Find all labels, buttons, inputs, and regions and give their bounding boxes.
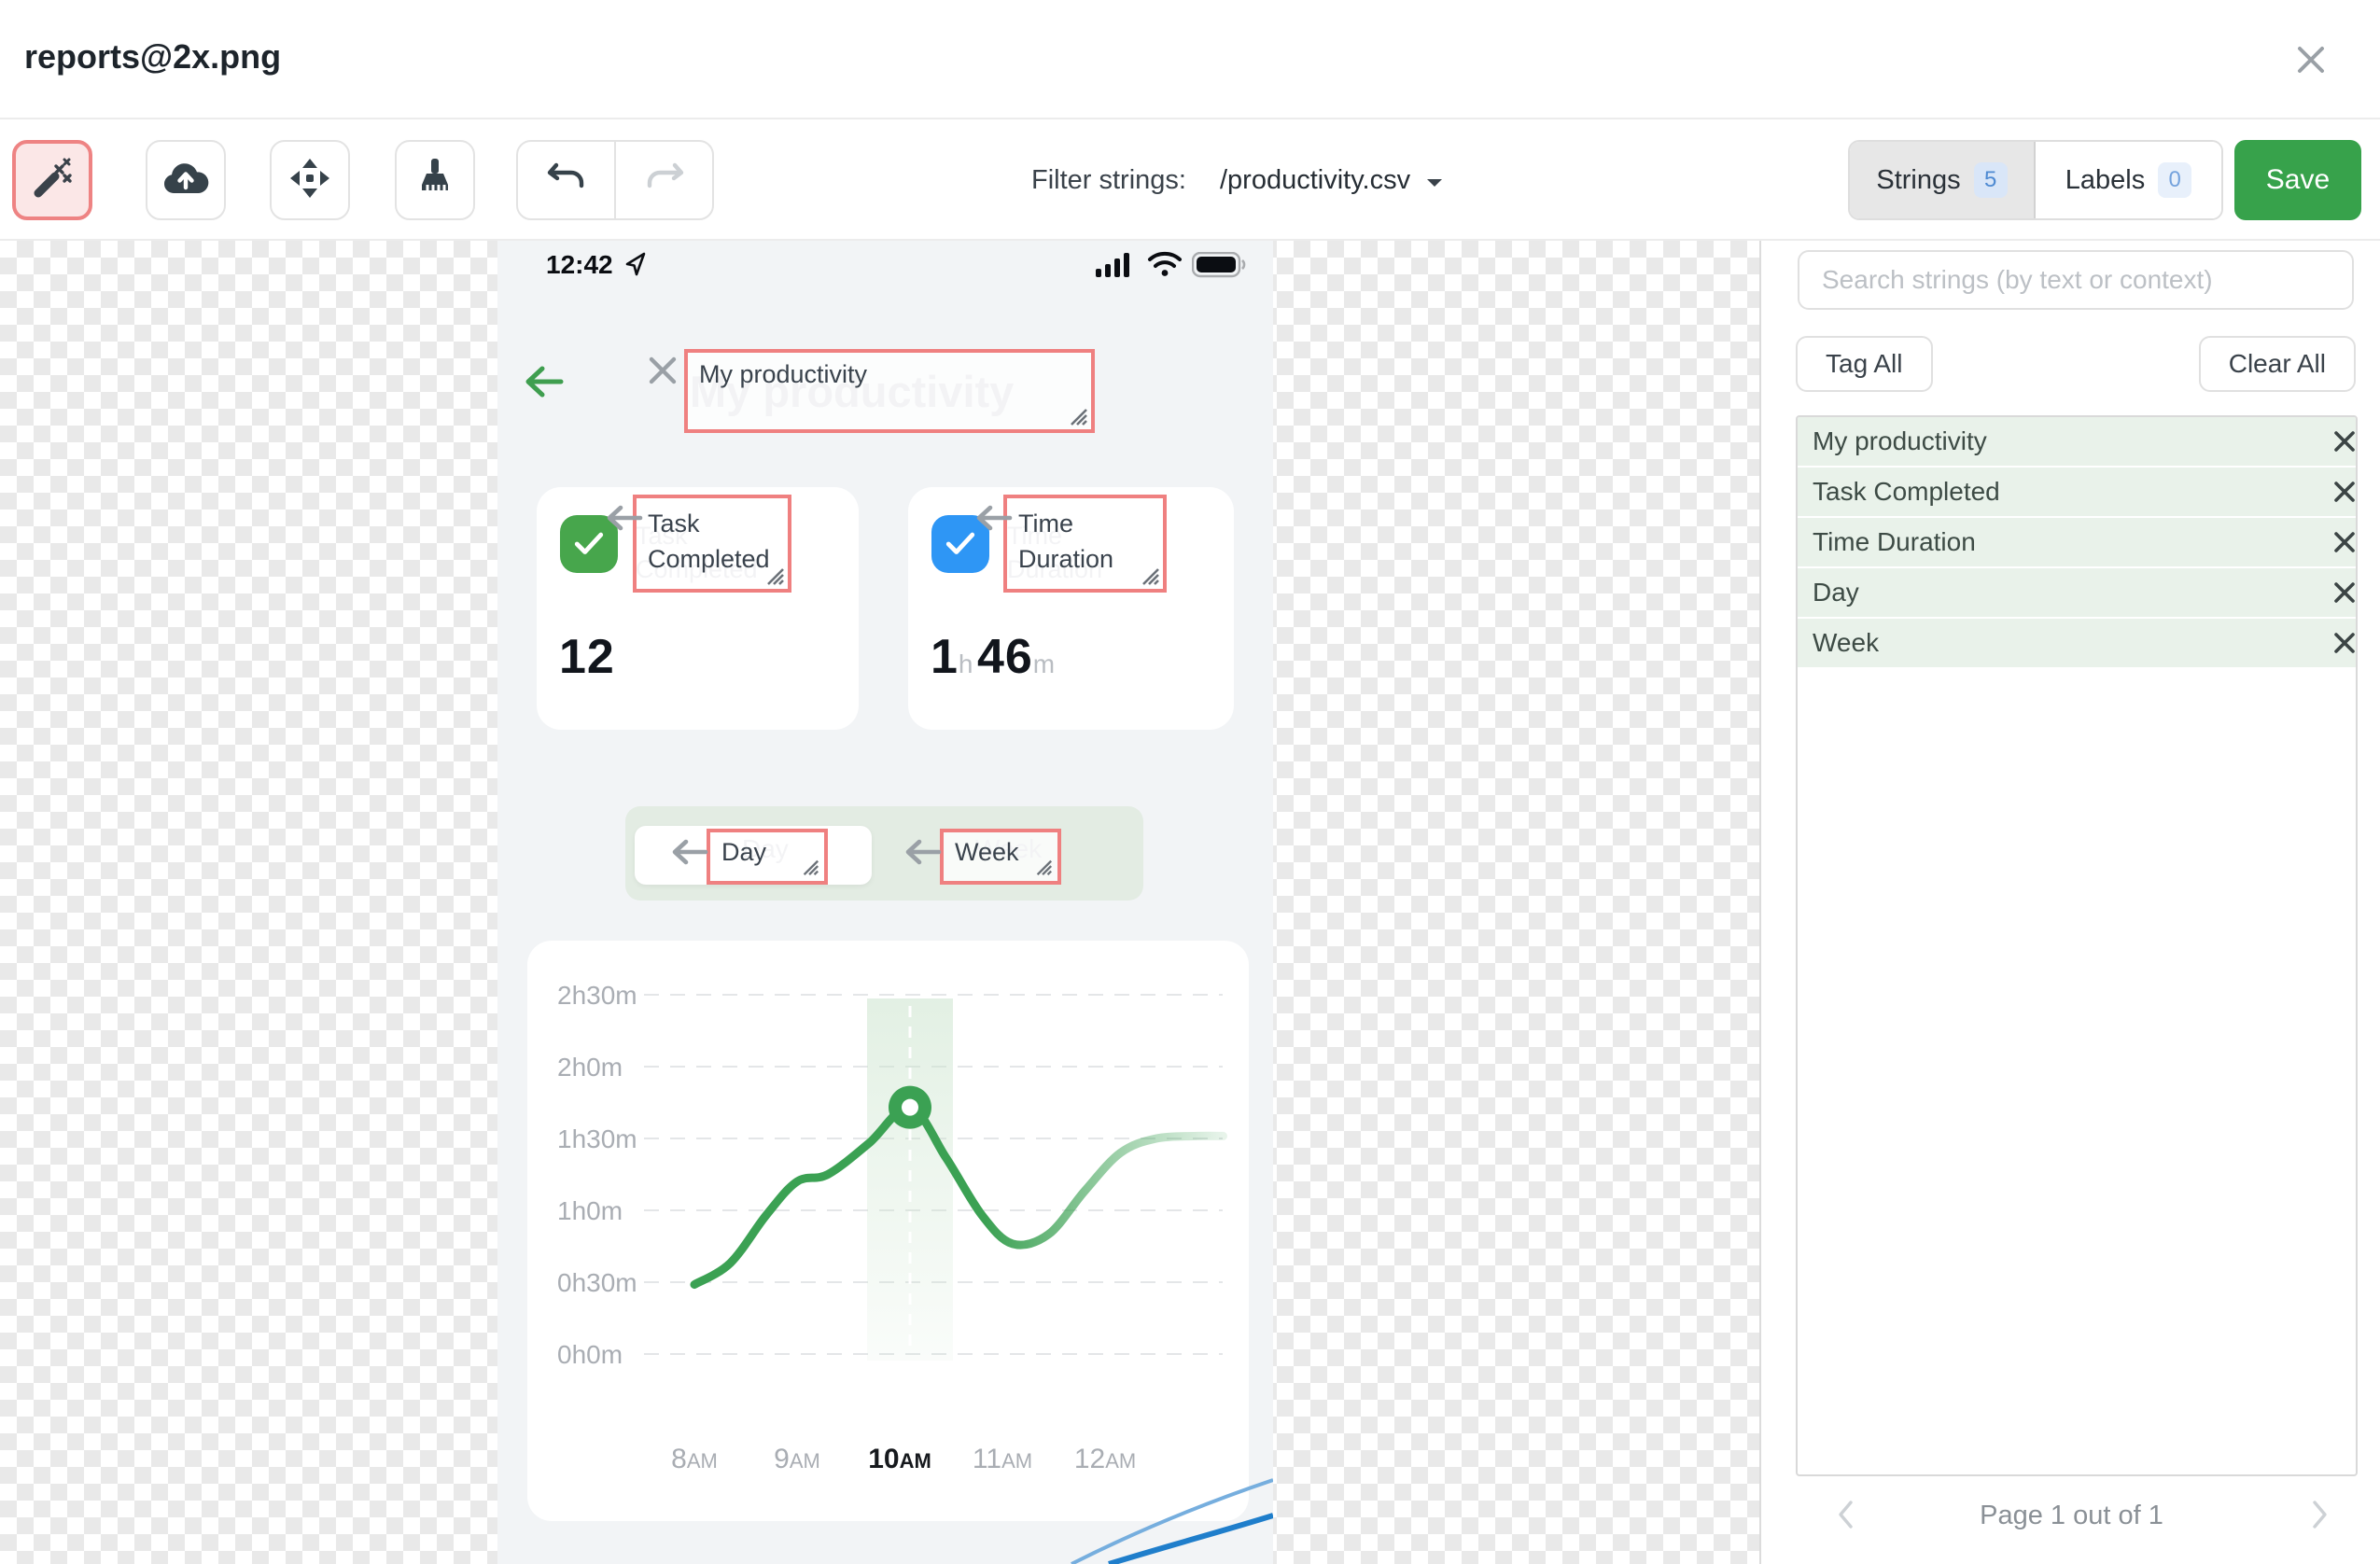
tab-strings[interactable]: Strings 5 — [1850, 142, 2036, 218]
annotation-anchor-arrow-icon[interactable] — [904, 838, 942, 871]
location-arrow-icon — [624, 252, 647, 281]
tab-labels[interactable]: Labels 0 — [2036, 142, 2221, 218]
labels-count-badge: 0 — [2158, 162, 2192, 198]
resize-handle[interactable] — [801, 858, 821, 878]
duration-minutes-unit: m — [1032, 649, 1056, 678]
annotation-anchor-arrow-icon[interactable] — [975, 504, 1013, 537]
undo-icon — [545, 160, 588, 202]
remove-string-icon[interactable] — [2315, 628, 2355, 658]
move-tool-button[interactable] — [270, 140, 350, 220]
back-arrow-icon — [524, 364, 565, 404]
svg-text:10AM: 10AM — [868, 1444, 931, 1474]
task-completed-value: 12 — [559, 630, 615, 684]
resize-handle[interactable] — [1140, 566, 1160, 586]
close-icon[interactable] — [2290, 39, 2331, 80]
string-text: Task Completed — [1813, 477, 2000, 506]
strings-labels-tabs: Strings 5 Labels 0 — [1848, 140, 2223, 220]
string-text: My productivity — [1813, 426, 1987, 455]
annotation-delete-icon[interactable] — [645, 353, 680, 393]
tag-all-button[interactable]: Tag All — [1796, 336, 1933, 392]
cloud-upload-icon — [161, 158, 210, 203]
annotation-box-task-completed[interactable]: Task Completed — [633, 495, 791, 593]
annotation-box-day[interactable]: Day — [707, 829, 828, 885]
tab-strings-label: Strings — [1876, 164, 1961, 195]
strings-list: My productivity Task Completed Time Dura… — [1796, 415, 2358, 1476]
redo-button[interactable] — [616, 142, 712, 218]
magic-wand-tool-button[interactable] — [12, 140, 92, 220]
svg-text:8AM: 8AM — [671, 1444, 718, 1474]
svg-text:9AM: 9AM — [774, 1444, 820, 1474]
remove-string-icon[interactable] — [2315, 426, 2355, 456]
svg-text:1h0m: 1h0m — [557, 1196, 623, 1225]
clear-all-button[interactable]: Clear All — [2198, 336, 2356, 392]
wifi-icon — [1147, 251, 1183, 282]
resize-handle[interactable] — [1068, 406, 1088, 426]
remove-string-icon[interactable] — [2315, 578, 2355, 607]
string-row[interactable]: Week — [1798, 619, 2356, 667]
filter-strings-label: Filter strings: — [1031, 164, 1186, 195]
annotation-anchor-arrow-icon[interactable] — [606, 504, 643, 537]
brush-icon — [415, 157, 455, 204]
next-screen-decoration — [1071, 1478, 1273, 1564]
undo-redo-group — [516, 140, 714, 220]
chevron-down-icon — [1425, 165, 1444, 196]
previous-page-icon[interactable] — [1836, 1499, 1855, 1538]
duration-hours: 1 — [931, 630, 959, 684]
annotation-text[interactable]: Week — [955, 838, 1019, 867]
save-button[interactable]: Save — [2234, 140, 2361, 220]
move-icon — [288, 157, 331, 204]
brush-tool-button[interactable] — [395, 140, 475, 220]
annotation-text[interactable]: Day — [721, 838, 766, 867]
svg-text:2h0m: 2h0m — [557, 1053, 623, 1082]
svg-text:1h30m: 1h30m — [557, 1124, 637, 1153]
battery-icon — [1191, 251, 1248, 283]
magic-wand-icon — [31, 157, 74, 204]
annotation-box-my-productivity[interactable]: My productivity — [684, 349, 1095, 433]
annotation-box-time-duration[interactable]: Time Duration — [1003, 495, 1167, 593]
screenshot-preview: 12:42 My productivity My productiv — [497, 241, 1273, 1564]
redo-icon — [643, 160, 686, 202]
duration-minutes: 46 — [976, 630, 1033, 684]
strings-count-badge: 5 — [1973, 162, 2008, 198]
string-row[interactable]: Task Completed — [1798, 468, 2356, 516]
productivity-line-chart: 2h30m2h0m1h30m1h0m0h30m0h0m8AM 9AM 10AM 11A… — [557, 981, 1227, 1474]
string-row[interactable]: Day — [1798, 568, 2356, 617]
resize-handle[interactable] — [764, 566, 785, 586]
next-page-icon[interactable] — [2311, 1499, 2330, 1538]
svg-text:2h30m: 2h30m — [557, 981, 637, 1010]
string-text: Time Duration — [1813, 527, 1976, 556]
pagination: Page 1 out of 1 — [1761, 1487, 2380, 1543]
search-input[interactable] — [1798, 250, 2354, 310]
string-text: Week — [1813, 628, 1880, 657]
toolbar: Filter strings: /productivity.csv String… — [0, 119, 2380, 241]
strings-sidebar: Tag All Clear All My productivity Task C… — [1759, 241, 2380, 1564]
status-time: 12:42 — [546, 250, 613, 279]
tab-labels-label: Labels — [2065, 164, 2146, 195]
string-row[interactable]: My productivity — [1798, 417, 2356, 466]
upload-tool-button[interactable] — [146, 140, 226, 220]
string-row[interactable]: Time Duration — [1798, 518, 2356, 566]
signal-strength-icon — [1096, 252, 1133, 283]
annotation-box-week[interactable]: Week — [940, 829, 1061, 885]
string-text: Day — [1813, 578, 1859, 607]
time-duration-value: 1h 46m — [931, 629, 1055, 685]
productivity-chart-card: 2h30m 2h0m 1h30m 1h0m 0h30m 0h0m 8AM 9AM 10AM 11A… — [527, 941, 1249, 1521]
document-title: reports@2x.png — [24, 37, 282, 76]
svg-text:0h0m: 0h0m — [557, 1340, 623, 1369]
pagination-text: Page 1 out of 1 — [1980, 1500, 2163, 1530]
remove-string-icon[interactable] — [2315, 527, 2355, 557]
svg-text:0h30m: 0h30m — [557, 1268, 637, 1297]
resize-handle[interactable] — [1034, 858, 1055, 878]
filter-file-dropdown[interactable]: /productivity.csv — [1220, 165, 1444, 196]
annotation-anchor-arrow-icon[interactable] — [671, 838, 708, 871]
filter-file-value: /productivity.csv — [1219, 164, 1411, 195]
undo-button[interactable] — [518, 142, 616, 218]
annotation-text[interactable]: My productivity — [699, 360, 867, 389]
duration-hours-unit: h — [958, 649, 973, 678]
remove-string-icon[interactable] — [2315, 477, 2355, 507]
window-title-bar: reports@2x.png — [0, 0, 2380, 119]
